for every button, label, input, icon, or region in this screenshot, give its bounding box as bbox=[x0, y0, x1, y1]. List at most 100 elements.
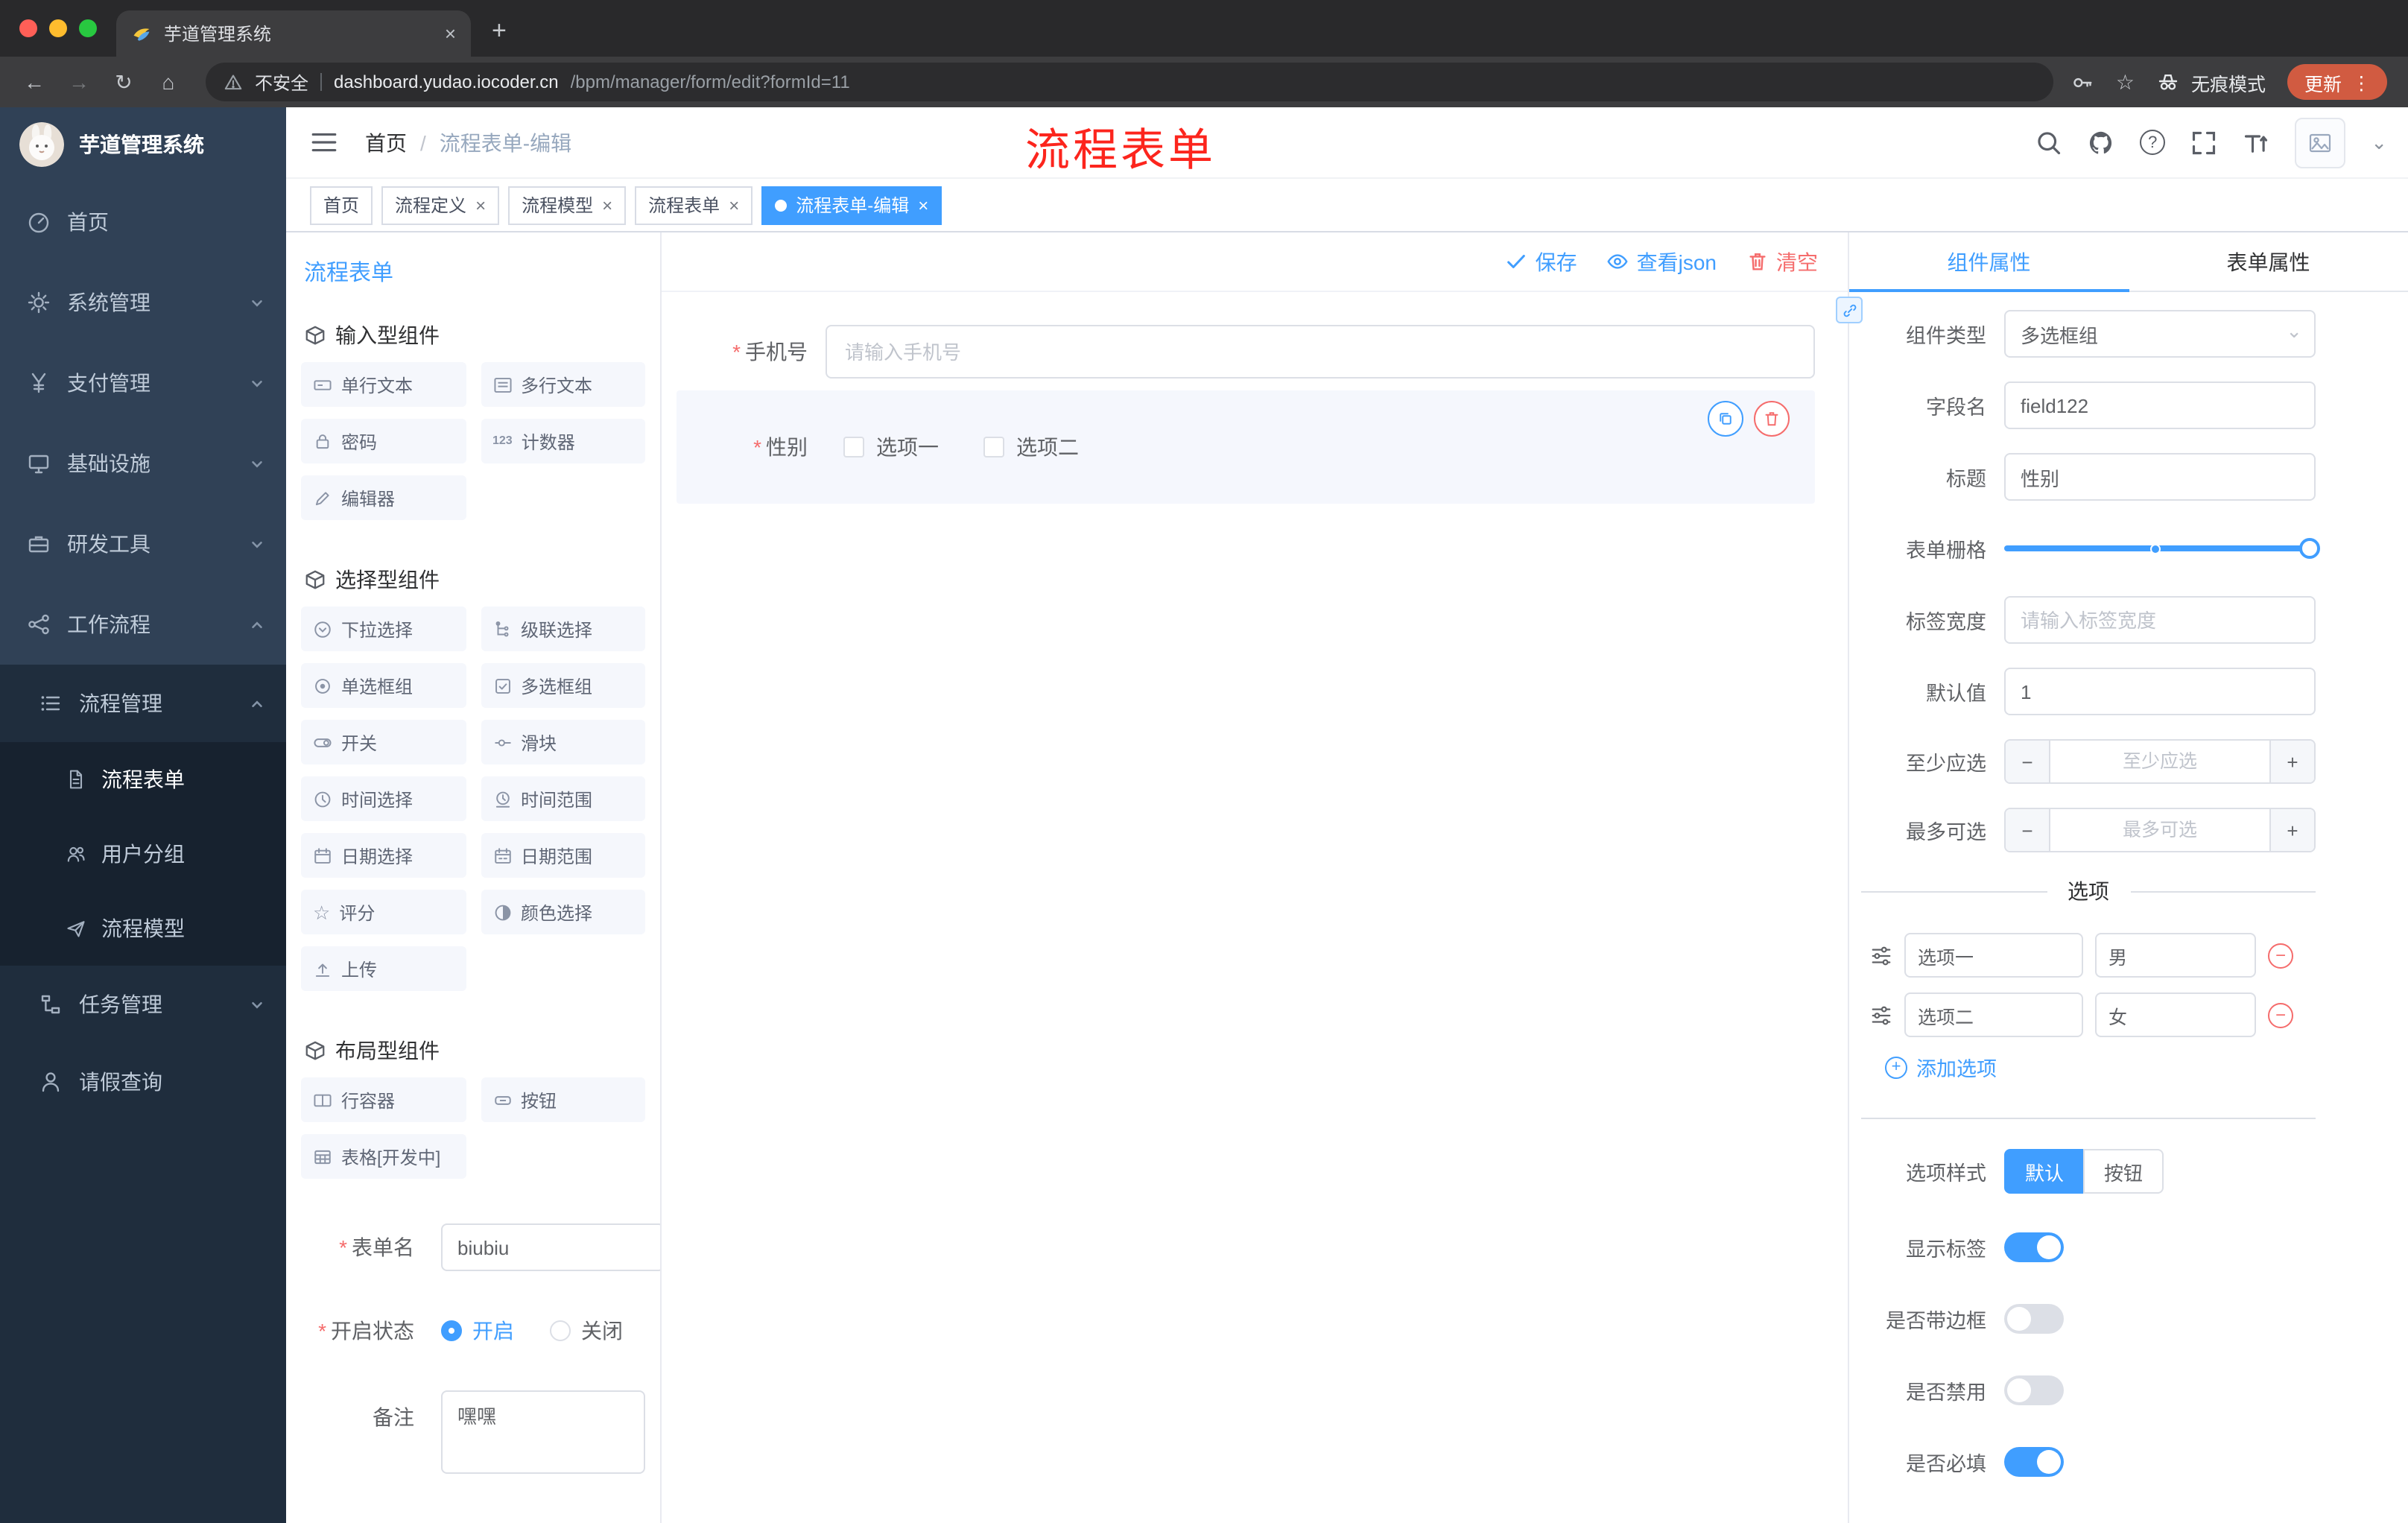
status-radio-off[interactable]: 关闭 bbox=[550, 1316, 623, 1346]
sidebar-item-workflow[interactable]: 工作流程 bbox=[0, 584, 286, 665]
tag-close-icon[interactable]: × bbox=[602, 194, 612, 215]
save-button[interactable]: 保存 bbox=[1506, 247, 1577, 276]
component-type-value[interactable] bbox=[2004, 310, 2316, 358]
status-radio-on[interactable]: 开启 bbox=[441, 1316, 514, 1346]
sidebar-item-process-model[interactable]: 流程模型 bbox=[0, 891, 286, 966]
with-border-switch[interactable] bbox=[2004, 1304, 2064, 1334]
sidebar-item-leave-query[interactable]: 请假查询 bbox=[0, 1043, 286, 1121]
chip-rate[interactable]: ☆ 评分 bbox=[301, 890, 466, 934]
back-button[interactable]: ← bbox=[15, 70, 54, 94]
minimize-window-button[interactable] bbox=[49, 19, 67, 37]
show-label-switch[interactable] bbox=[2004, 1232, 2064, 1262]
tag-process-definition[interactable]: 流程定义 × bbox=[381, 186, 500, 224]
bookmark-star-icon[interactable]: ☆ bbox=[2116, 69, 2135, 95]
option-value-input[interactable] bbox=[2095, 992, 2256, 1037]
delete-component-button[interactable] bbox=[1754, 401, 1790, 437]
tab-form-props[interactable]: 表单属性 bbox=[2129, 232, 2408, 291]
chip-single-line-text[interactable]: 单行文本 bbox=[301, 362, 466, 407]
chip-editor[interactable]: 编辑器 bbox=[301, 475, 466, 520]
sidebar-item-devtools[interactable]: 研发工具 bbox=[0, 504, 286, 584]
user-avatar[interactable] bbox=[2295, 117, 2346, 168]
chip-time-range[interactable]: 时间范围 bbox=[481, 776, 645, 821]
search-icon[interactable] bbox=[2035, 129, 2062, 156]
component-type-select[interactable]: ⌄ bbox=[2004, 310, 2316, 358]
tag-process-form-edit[interactable]: 流程表单-编辑 × bbox=[761, 186, 942, 224]
menu-fold-icon[interactable] bbox=[310, 128, 338, 156]
chip-cascader[interactable]: 级联选择 bbox=[481, 607, 645, 651]
sidebar-item-infrastructure[interactable]: 基础设施 bbox=[0, 423, 286, 504]
address-bar[interactable]: 不安全 dashboard.yudao.iocoder.cn/bpm/manag… bbox=[206, 63, 2053, 101]
forward-button[interactable]: → bbox=[60, 70, 98, 94]
sidebar-item-task-management[interactable]: 任务管理 bbox=[0, 966, 286, 1043]
home-button[interactable]: ⌂ bbox=[149, 70, 188, 94]
form-remark-textarea[interactable]: 嘿嘿 bbox=[441, 1390, 645, 1474]
option-value-input[interactable] bbox=[2095, 933, 2256, 978]
help-icon[interactable]: ? bbox=[2140, 130, 2166, 155]
close-window-button[interactable] bbox=[19, 19, 37, 37]
form-name-input[interactable] bbox=[441, 1223, 660, 1271]
option-name-input[interactable] bbox=[1904, 933, 2083, 978]
chip-counter[interactable]: 123 计数器 bbox=[481, 419, 645, 463]
chip-row-container[interactable]: 行容器 bbox=[301, 1077, 466, 1122]
font-size-icon[interactable] bbox=[2243, 129, 2269, 156]
chip-radio-group[interactable]: 单选框组 bbox=[301, 663, 466, 708]
grid-slider[interactable] bbox=[2004, 525, 2320, 572]
github-icon[interactable] bbox=[2088, 129, 2114, 156]
sidebar-item-system[interactable]: 系统管理 bbox=[0, 262, 286, 343]
tag-process-form[interactable]: 流程表单 × bbox=[635, 186, 753, 224]
increase-button[interactable]: + bbox=[2269, 741, 2314, 782]
browser-tab[interactable]: 芋道管理系统 × bbox=[116, 10, 471, 57]
sidebar-item-process-management[interactable]: 流程管理 bbox=[0, 665, 286, 742]
style-default-button[interactable]: 默认 bbox=[2004, 1149, 2085, 1194]
chip-button[interactable]: 按钮 bbox=[481, 1077, 645, 1122]
chip-textarea[interactable]: 多行文本 bbox=[481, 362, 645, 407]
chip-date-picker[interactable]: 日期选择 bbox=[301, 833, 466, 878]
max-select-input[interactable] bbox=[2050, 809, 2269, 851]
tag-process-model[interactable]: 流程模型 × bbox=[508, 186, 627, 224]
title-input[interactable] bbox=[2004, 453, 2316, 501]
chip-switch[interactable]: 开关 bbox=[301, 720, 466, 764]
sidebar-item-user-group[interactable]: 用户分组 bbox=[0, 817, 286, 891]
default-value-input[interactable] bbox=[2004, 668, 2316, 715]
new-tab-button[interactable]: + bbox=[492, 16, 507, 46]
tag-home[interactable]: 首页 bbox=[310, 186, 373, 224]
chip-table[interactable]: 表格[开发中] bbox=[301, 1134, 466, 1179]
key-icon[interactable] bbox=[2071, 71, 2094, 93]
drag-handle-icon[interactable] bbox=[1870, 1004, 1892, 1026]
gender-option-1[interactable]: 选项一 bbox=[843, 432, 939, 462]
tab-component-props[interactable]: 组件属性 bbox=[1849, 232, 2129, 292]
sidebar-item-process-form[interactable]: 流程表单 bbox=[0, 742, 286, 817]
browser-menu-icon[interactable]: ⋮ bbox=[2352, 71, 2371, 93]
field-gender-selected[interactable]: * 性别 选项一 选项二 bbox=[677, 390, 1815, 504]
clear-button[interactable]: 清空 bbox=[1746, 247, 1818, 276]
chip-password[interactable]: 密码 bbox=[301, 419, 466, 463]
chip-time-picker[interactable]: 时间选择 bbox=[301, 776, 466, 821]
increase-button[interactable]: + bbox=[2269, 809, 2314, 851]
chip-slider[interactable]: 滑块 bbox=[481, 720, 645, 764]
chip-color-picker[interactable]: 颜色选择 bbox=[481, 890, 645, 934]
gender-option-2[interactable]: 选项二 bbox=[983, 432, 1079, 462]
slider-thumb[interactable] bbox=[2299, 538, 2320, 559]
remove-option-button[interactable]: − bbox=[2268, 943, 2293, 968]
style-button-button[interactable]: 按钮 bbox=[2083, 1149, 2164, 1194]
tag-close-icon[interactable]: × bbox=[918, 194, 928, 215]
browser-update-button[interactable]: 更新 ⋮ bbox=[2287, 64, 2387, 100]
decrease-button[interactable]: − bbox=[2006, 741, 2050, 782]
chip-date-range[interactable]: 日期范围 bbox=[481, 833, 645, 878]
disabled-switch[interactable] bbox=[2004, 1375, 2064, 1405]
fullscreen-icon[interactable] bbox=[2190, 129, 2217, 156]
drag-handle-icon[interactable] bbox=[1870, 944, 1892, 966]
remove-option-button[interactable]: − bbox=[2268, 1002, 2293, 1028]
chip-upload[interactable]: 上传 bbox=[301, 946, 466, 991]
min-select-input[interactable] bbox=[2050, 741, 2269, 782]
view-json-button[interactable]: 查看json bbox=[1607, 247, 1717, 276]
tab-close-icon[interactable]: × bbox=[445, 22, 456, 45]
zoom-window-button[interactable] bbox=[79, 19, 97, 37]
chip-select[interactable]: 下拉选择 bbox=[301, 607, 466, 651]
option-name-input[interactable] bbox=[1904, 992, 2083, 1037]
phone-input[interactable] bbox=[826, 325, 1815, 379]
required-switch[interactable] bbox=[2004, 1447, 2064, 1477]
sidebar-item-payment[interactable]: 支付管理 bbox=[0, 343, 286, 423]
field-phone[interactable]: * 手机号 bbox=[677, 325, 1815, 379]
sidebar-item-home[interactable]: 首页 bbox=[0, 182, 286, 262]
